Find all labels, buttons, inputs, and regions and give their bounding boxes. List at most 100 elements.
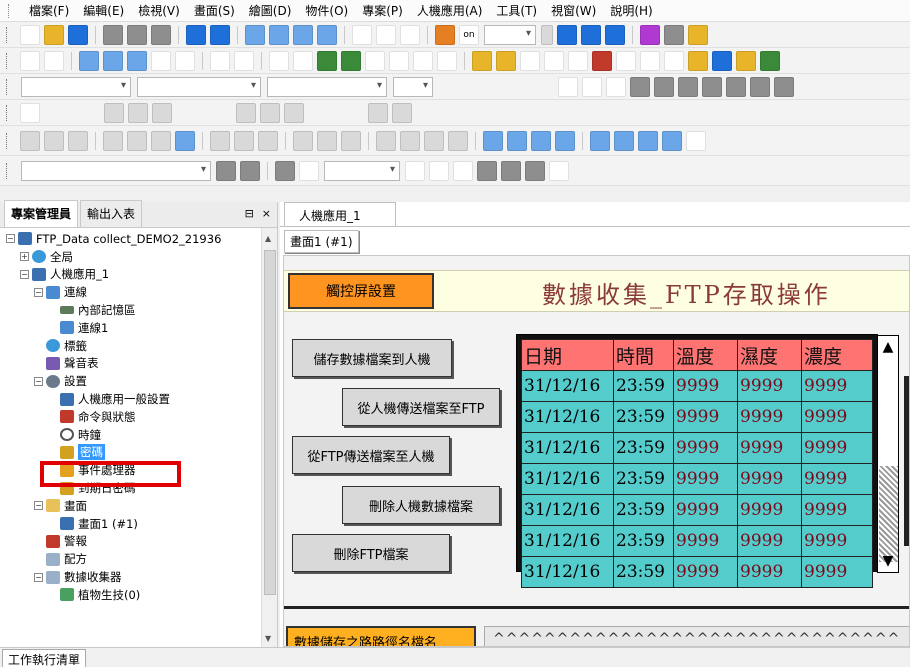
screen-button-icon[interactable] — [79, 50, 99, 71]
font-combo[interactable] — [21, 76, 131, 97]
abc-display-icon[interactable] — [544, 50, 564, 71]
ungroup-icon[interactable] — [260, 102, 280, 123]
help-icon[interactable] — [688, 24, 708, 45]
draw-3-icon[interactable] — [275, 160, 295, 181]
document-tab[interactable]: 人機應用_1 — [284, 202, 396, 226]
bulb-icon[interactable] — [472, 50, 492, 71]
delete-object-icon[interactable] — [152, 102, 172, 123]
compile-icon[interactable] — [557, 24, 577, 45]
grid-icon[interactable] — [175, 50, 195, 71]
flip-2-icon[interactable] — [614, 130, 634, 151]
rotate-2-icon[interactable] — [662, 130, 682, 151]
tree-item[interactable]: − FTP_Data collect_DEMO2_21936 — [0, 230, 262, 248]
alarm-display-icon[interactable] — [592, 50, 612, 71]
shape-icon[interactable] — [606, 76, 626, 97]
menu-view[interactable]: 檢視(V) — [131, 2, 187, 19]
collapse-icon[interactable]: − — [6, 234, 15, 244]
text-style-icon[interactable] — [774, 76, 794, 97]
draw-2-icon[interactable] — [240, 160, 260, 181]
distribute-h-icon[interactable] — [293, 130, 313, 151]
tree-item[interactable]: 配方 — [0, 550, 262, 568]
save-icon[interactable] — [68, 24, 88, 45]
level-icon[interactable] — [234, 50, 254, 71]
spacing-4-icon[interactable] — [448, 130, 468, 151]
collapse-icon[interactable]: − — [34, 287, 43, 297]
paste-icon[interactable] — [151, 24, 171, 45]
back-icon[interactable] — [392, 102, 412, 123]
tree-scrollbar[interactable]: ▲ ▼ — [261, 228, 277, 647]
object-combo[interactable] — [21, 160, 211, 181]
bar-graph-icon[interactable] — [365, 50, 385, 71]
menu-hmi-application[interactable]: 人機應用(A) — [410, 2, 490, 19]
spacing-1-icon[interactable] — [376, 130, 396, 151]
numeric-display-icon[interactable] — [389, 50, 409, 71]
spacing-3-icon[interactable] — [424, 130, 444, 151]
menu-help[interactable]: 說明(H) — [603, 2, 659, 19]
pin-icon[interactable]: ⊟ — [245, 207, 254, 220]
scroll-up-icon[interactable]: ▲ — [265, 234, 271, 243]
abc-input-icon[interactable] — [520, 50, 540, 71]
redo-icon[interactable] — [210, 24, 230, 45]
polygon-icon[interactable] — [501, 160, 521, 181]
menu-file[interactable]: 檔案(F) — [22, 2, 76, 19]
copy-icon[interactable] — [127, 24, 147, 45]
picture-button-icon[interactable] — [127, 50, 147, 71]
collapse-icon[interactable]: − — [20, 269, 29, 279]
toolbar-grip[interactable] — [6, 132, 10, 149]
lock-icon[interactable] — [284, 102, 304, 123]
tree-item[interactable]: 連線1 — [0, 319, 262, 337]
group-icon[interactable] — [236, 102, 256, 123]
toolbar-grip[interactable] — [6, 104, 10, 121]
same-height-icon[interactable] — [234, 130, 254, 151]
multi-state-icon[interactable] — [341, 50, 361, 71]
tree-item[interactable]: 密碼 — [0, 444, 262, 462]
align-icon[interactable] — [678, 76, 698, 97]
message-icon[interactable] — [568, 50, 588, 71]
line-icon[interactable] — [582, 76, 602, 97]
tree-item[interactable]: 警報 — [0, 533, 262, 551]
menu-project[interactable]: 專案(P) — [355, 2, 410, 19]
toolbar-grip[interactable] — [6, 162, 10, 179]
align-left-icon[interactable] — [20, 130, 40, 151]
zoom-combo[interactable] — [484, 24, 536, 45]
online-simulation-icon[interactable] — [664, 24, 684, 45]
tree-item[interactable]: − 設置 — [0, 372, 262, 390]
cut-icon[interactable] — [103, 24, 123, 45]
tree-item[interactable]: + 全局 — [0, 248, 262, 266]
pencil-icon[interactable] — [20, 102, 40, 123]
align-center-icon[interactable] — [44, 130, 64, 151]
screen-list-icon[interactable] — [293, 24, 313, 45]
text-display-icon[interactable] — [413, 50, 433, 71]
collapse-icon[interactable]: − — [34, 376, 43, 386]
undo-icon[interactable] — [186, 24, 206, 45]
tree-item[interactable]: − 連線 — [0, 283, 262, 301]
tree-item[interactable]: − 人機應用_1 — [0, 266, 262, 284]
copy-object-icon[interactable] — [104, 102, 124, 123]
menu-grip[interactable] — [8, 3, 12, 18]
radio-button-icon[interactable] — [269, 50, 289, 71]
delete-hmi-data-button[interactable]: 刪除人機數據檔案 — [342, 486, 500, 524]
toolbar-grip[interactable] — [6, 26, 10, 43]
tree-item[interactable]: − 畫面 — [0, 497, 262, 515]
align-right-icon[interactable] — [68, 130, 88, 151]
tree-item[interactable]: 時鐘 — [0, 426, 262, 444]
flip-1-icon[interactable] — [590, 130, 610, 151]
arc-icon[interactable] — [525, 160, 545, 181]
spacing-2-icon[interactable] — [400, 130, 420, 151]
tree-item[interactable]: 人機應用一般設置 — [0, 390, 262, 408]
tree-item[interactable]: 植物生技(0) — [0, 586, 262, 604]
data-path-label[interactable]: 數據儲存之路路徑名檔名 — [286, 626, 476, 646]
menu-object[interactable]: 物件(O) — [298, 2, 355, 19]
text-align-center-icon[interactable] — [726, 76, 746, 97]
menu-tools[interactable]: 工具(T) — [489, 2, 544, 19]
new-file-icon[interactable] — [20, 24, 40, 45]
tree-item[interactable]: − 數據收集器 — [0, 568, 262, 586]
keypad-icon[interactable] — [210, 50, 230, 71]
fill-icon[interactable] — [558, 76, 578, 97]
layout-1-icon[interactable] — [483, 130, 503, 151]
numeric-entry-icon[interactable] — [437, 50, 457, 71]
same-width-icon[interactable] — [210, 130, 230, 151]
scroll-thumb[interactable] — [264, 250, 276, 595]
screen-add-icon[interactable] — [317, 24, 337, 45]
task-list-tab[interactable]: 工作執行清單 — [2, 649, 87, 667]
